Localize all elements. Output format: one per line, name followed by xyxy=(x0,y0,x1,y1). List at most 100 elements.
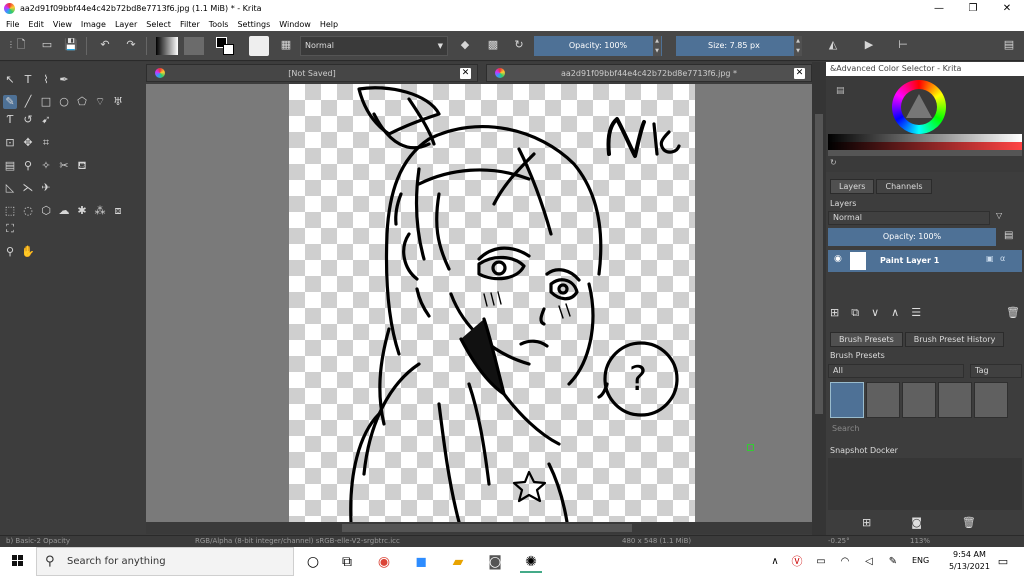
layer-options-icon[interactable]: ▤ xyxy=(1004,230,1013,241)
tab-image[interactable]: aa2d91f09bbf44e4c42b72bd8e7713f6.jpg * ✕ xyxy=(486,64,812,82)
menu-edit[interactable]: Edit xyxy=(28,20,44,29)
camera-icon[interactable]: ◙ xyxy=(911,516,922,529)
horizontal-scrollbar[interactable] xyxy=(146,522,812,534)
chevron-up-icon[interactable]: ∧ xyxy=(764,551,786,573)
duplicate-layer-icon[interactable]: ⧉ xyxy=(851,306,859,320)
pen-icon[interactable]: ✎ xyxy=(882,551,904,573)
assistant-tool-icon[interactable]: ⋋ xyxy=(21,181,35,195)
tab-layers[interactable]: Layers xyxy=(830,179,875,194)
redo-icon[interactable]: ↷ xyxy=(124,38,138,52)
polygon-tool-icon[interactable]: ⬠ xyxy=(75,95,89,109)
delete-snapshot-icon[interactable]: 🗑 xyxy=(962,516,976,529)
crop-tool-icon[interactable]: ⌗ xyxy=(39,136,53,150)
bezier-tool-icon[interactable]: ♅ xyxy=(111,95,125,109)
menu-tools[interactable]: Tools xyxy=(209,20,229,29)
file-explorer-icon[interactable]: ▰ xyxy=(447,551,469,573)
antivirus-icon[interactable]: Ⓥ xyxy=(786,551,808,573)
restore-button[interactable]: ❐ xyxy=(956,0,990,17)
brush-tag-button[interactable]: Tag xyxy=(970,364,1022,378)
layer-properties-icon[interactable]: ☰ xyxy=(911,306,921,320)
brush-filter-select[interactable]: All xyxy=(828,364,964,378)
mirror-vertical-icon[interactable]: ▶ xyxy=(862,38,876,52)
text-tool-icon[interactable]: T xyxy=(21,73,35,87)
start-button[interactable] xyxy=(0,547,36,576)
size-spinner[interactable]: ▲ ▼ xyxy=(794,36,802,56)
close-icon[interactable]: ✕ xyxy=(460,68,471,79)
eye-icon[interactable]: ◉ xyxy=(834,254,842,264)
rectangle-tool-icon[interactable]: □ xyxy=(39,95,53,109)
language-indicator[interactable]: ENG xyxy=(912,556,929,565)
close-icon[interactable]: ✕ xyxy=(794,68,805,79)
delete-layer-icon[interactable]: 🗑 xyxy=(1006,306,1020,319)
layer-row[interactable]: ◉ Paint Layer 1 ▣ α xyxy=(828,250,1022,272)
save-icon[interactable]: 💾 xyxy=(64,38,78,52)
color-picker-icon[interactable]: ⚲ xyxy=(21,159,35,173)
zoom-app-icon[interactable]: ◼ xyxy=(410,551,432,573)
edit-shapes-icon[interactable]: ⌇ xyxy=(39,73,53,87)
cortana-icon[interactable]: ○ xyxy=(302,551,324,573)
minimize-button[interactable]: — xyxy=(922,0,956,17)
tab-brush-preset-history[interactable]: Brush Preset History xyxy=(904,332,1005,347)
saturation-strip[interactable] xyxy=(828,142,1022,150)
camera-app-icon[interactable]: ◙ xyxy=(484,551,506,573)
menu-settings[interactable]: Settings xyxy=(237,20,270,29)
battery-icon[interactable]: ▭ xyxy=(810,551,832,573)
wifi-icon[interactable]: ◠ xyxy=(834,551,856,573)
move-tool-icon[interactable]: ✥ xyxy=(21,136,35,150)
bezier-select-icon[interactable]: ⧈ xyxy=(111,204,125,218)
rect-select-icon[interactable]: ⬚ xyxy=(3,204,17,218)
brush-preset-tile[interactable] xyxy=(938,382,972,418)
freehand-select-icon[interactable]: ☁ xyxy=(57,204,71,218)
dynamic-brush-icon[interactable]: ↺ xyxy=(21,113,35,127)
workspace-icon[interactable]: ▤ xyxy=(1002,38,1016,52)
move-up-icon[interactable]: ∧ xyxy=(891,306,899,320)
gradient-swatch[interactable] xyxy=(156,37,178,55)
task-view-icon[interactable]: ⧉ xyxy=(336,551,358,573)
opacity-spinner[interactable]: ▲ ▼ xyxy=(653,36,661,56)
pan-tool-icon[interactable]: ✋ xyxy=(21,245,35,259)
tab-channels[interactable]: Channels xyxy=(876,179,932,194)
filter-icon[interactable]: ▽ xyxy=(996,211,1002,220)
alpha-lock-icon[interactable]: α xyxy=(1000,254,1005,263)
tab-not-saved[interactable]: [Not Saved] ✕ xyxy=(146,64,478,82)
transform-tool-icon[interactable]: ⊡ xyxy=(3,136,17,150)
color-wheel[interactable] xyxy=(892,80,946,134)
menu-file[interactable]: File xyxy=(6,20,19,29)
reload-icon[interactable]: ↻ xyxy=(512,38,526,52)
notifications-icon[interactable]: ▭ xyxy=(992,551,1014,573)
vertical-scrollbar[interactable] xyxy=(812,62,826,535)
menu-help[interactable]: Help xyxy=(320,20,338,29)
tab-brush-presets[interactable]: Brush Presets xyxy=(830,332,903,347)
brush-settings-icon[interactable]: ▦ xyxy=(279,38,293,52)
similar-select-icon[interactable]: ⁂ xyxy=(93,204,107,218)
select-shapes-icon[interactable]: ↖ xyxy=(3,73,17,87)
undo-icon[interactable]: ↶ xyxy=(98,38,112,52)
menu-view[interactable]: View xyxy=(53,20,72,29)
menu-layer[interactable]: Layer xyxy=(115,20,137,29)
colorize-mask-icon[interactable]: ✧ xyxy=(39,159,53,173)
close-button[interactable]: ✕ xyxy=(990,0,1024,17)
multibrush-icon[interactable]: ➹ xyxy=(39,113,53,127)
brush-search-field[interactable]: Search xyxy=(828,422,1022,436)
gradient-tool-icon[interactable]: ▤ xyxy=(3,159,17,173)
move-down-icon[interactable]: ∨ xyxy=(871,306,879,320)
krita-taskbar-icon[interactable]: ✺ xyxy=(520,551,542,573)
fill-tool-icon[interactable]: ⛾ xyxy=(75,159,89,173)
wrap-around-icon[interactable]: ⊢ xyxy=(896,38,910,52)
layer-blend-select[interactable]: Normal xyxy=(828,211,990,225)
taskbar-clock[interactable]: 9:54 AM 5/13/2021 xyxy=(949,549,990,573)
ellipse-tool-icon[interactable]: ○ xyxy=(57,95,71,109)
preserve-alpha-icon[interactable]: ▩ xyxy=(486,38,500,52)
eraser-icon[interactable]: ◆ xyxy=(458,38,472,52)
calligraphy-icon[interactable]: ✒ xyxy=(57,73,71,87)
brush-preset-tile[interactable] xyxy=(974,382,1008,418)
chrome-icon[interactable]: ◉ xyxy=(373,551,395,573)
reference-tool-icon[interactable]: ✈ xyxy=(39,181,53,195)
pattern-swatch[interactable] xyxy=(184,37,204,55)
blend-mode-select[interactable]: Normal ▼ xyxy=(300,36,448,56)
lightness-strip[interactable] xyxy=(828,134,1022,142)
lock-icon[interactable]: ▣ xyxy=(986,254,994,263)
ellipse-select-icon[interactable]: ◌ xyxy=(21,204,35,218)
menu-select[interactable]: Select xyxy=(146,20,171,29)
menu-window[interactable]: Window xyxy=(279,20,311,29)
